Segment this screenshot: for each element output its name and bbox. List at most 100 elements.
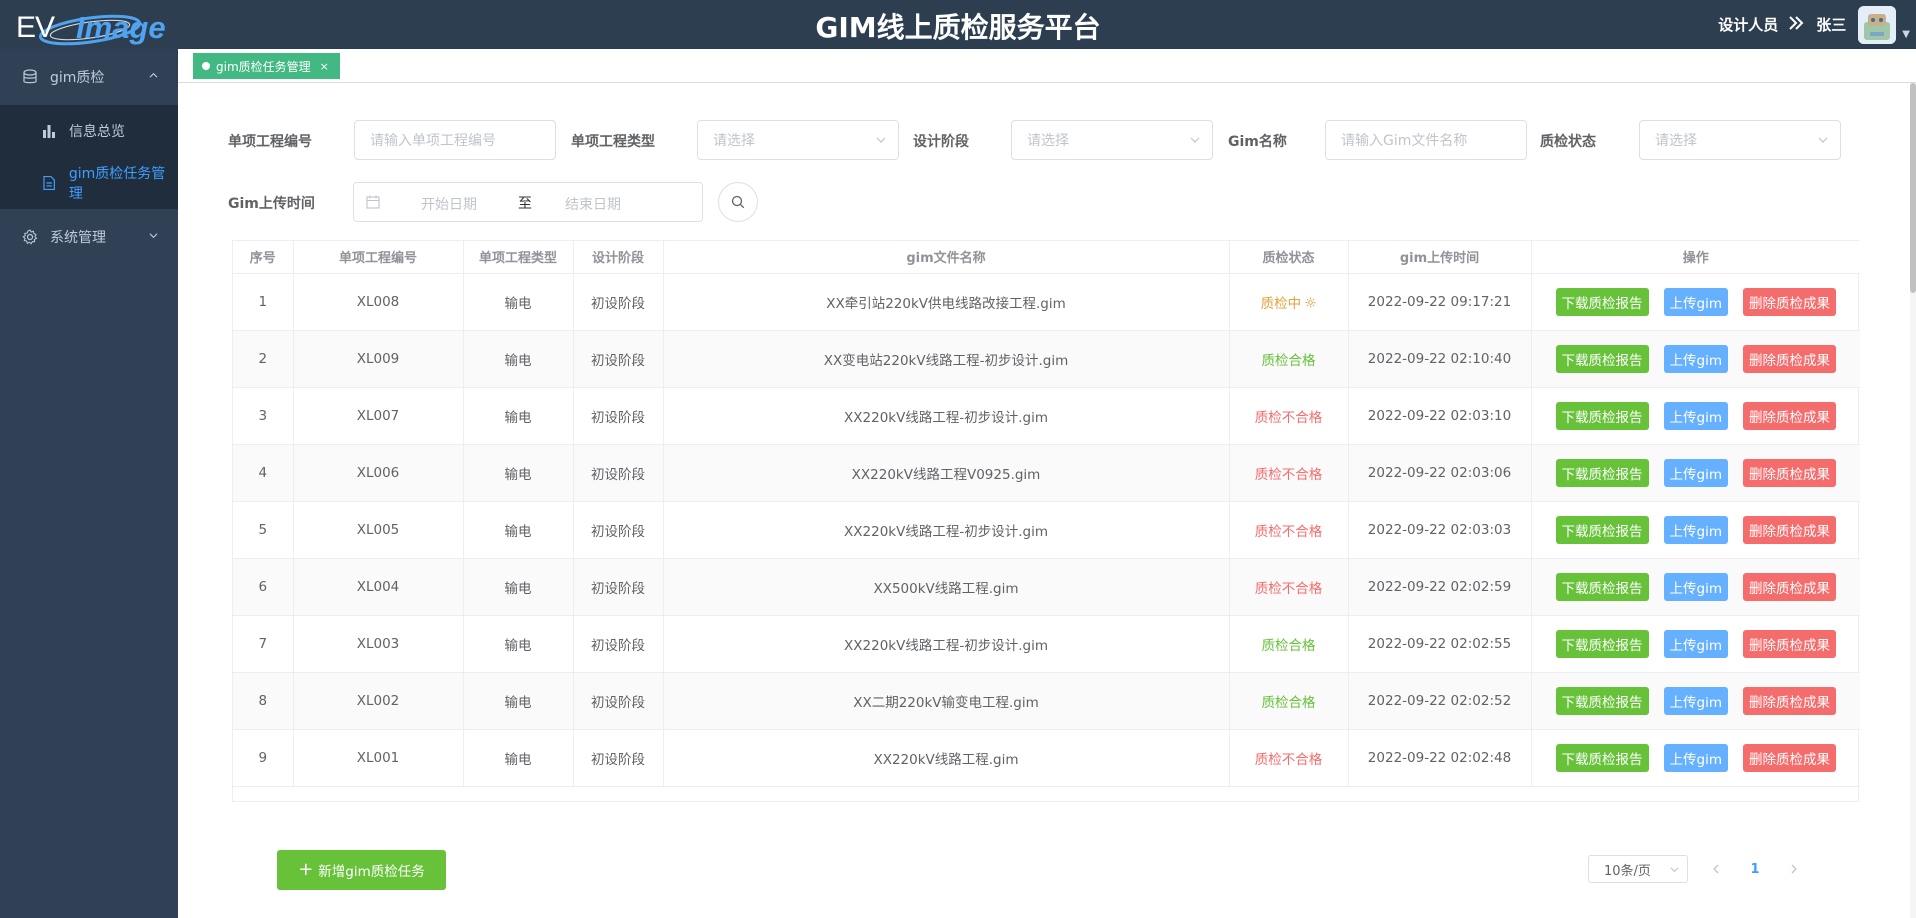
cell-project-type: 输电	[463, 501, 574, 559]
cell-gim-file: XX220kV线路工程-初步设计.gim	[663, 387, 1230, 445]
cell-upload-time: 2022-09-22 02:02:48	[1348, 729, 1532, 787]
upload-gim-button[interactable]: 上传gim	[1663, 401, 1728, 430]
upload-gim-button[interactable]: 上传gim	[1663, 743, 1728, 772]
cell-project-code: XL006	[293, 444, 464, 502]
prev-page-button[interactable]	[1701, 855, 1731, 883]
cell-index: 6	[233, 558, 294, 616]
start-date-placeholder: 开始日期	[421, 197, 477, 213]
caret-down-icon[interactable]: ▼	[1902, 29, 1910, 40]
project-type-select[interactable]: 请选择	[697, 120, 899, 160]
download-report-button[interactable]: 下载质检报告	[1555, 344, 1649, 373]
stage-label: 设计阶段	[913, 134, 969, 150]
delete-result-button[interactable]: 删除质检成果	[1742, 344, 1836, 373]
cell-upload-time: 2022-09-22 02:10:40	[1348, 330, 1532, 388]
range-separator: 至	[518, 196, 532, 212]
column-header: 单项工程编号	[293, 241, 464, 274]
download-report-button[interactable]: 下载质检报告	[1555, 629, 1649, 658]
tab-task-management[interactable]: gim质检任务管理 ×	[193, 53, 340, 79]
cell-upload-time: 2022-09-22 02:02:59	[1348, 558, 1532, 616]
download-report-button[interactable]: 下载质检报告	[1555, 686, 1649, 715]
download-report-button[interactable]: 下载质检报告	[1555, 515, 1649, 544]
delete-result-button[interactable]: 删除质检成果	[1742, 515, 1836, 544]
cell-stage: 初设阶段	[573, 729, 664, 787]
sidebar-item-task-management[interactable]: gim质检任务管理	[0, 157, 178, 209]
menu-group-gim-qc[interactable]: gim质检	[0, 49, 178, 105]
project-no-label: 单项工程编号	[228, 134, 312, 150]
cell-upload-time: 2022-09-22 02:02:52	[1348, 672, 1532, 730]
column-header: 操作	[1531, 241, 1860, 274]
delete-result-button[interactable]: 删除质检成果	[1742, 629, 1836, 658]
scrollbar-thumb[interactable]	[1910, 83, 1916, 293]
table-row: 5 XL005 输电 初设阶段 XX220kV线路工程-初步设计.gim 质检不合格 202…	[233, 501, 1861, 559]
cell-index: 8	[233, 672, 294, 730]
table-row: 4 XL006 输电 初设阶段 XX220kV线路工程V0925.gim 质检不合格 202…	[233, 444, 1861, 502]
menu-group-system[interactable]: 系统管理	[0, 209, 178, 265]
cell-actions: 下载质检报告 上传gim 删除质检成果	[1531, 444, 1861, 502]
upload-gim-button[interactable]: 上传gim	[1663, 287, 1728, 316]
cell-project-code: XL004	[293, 558, 464, 616]
cell-project-type: 输电	[463, 387, 574, 445]
menu-group-label: 系统管理	[50, 230, 106, 246]
cell-actions: 下载质检报告 上传gim 删除质检成果	[1531, 615, 1860, 673]
tags-view-bar: gim质检任务管理 ×	[178, 49, 1916, 83]
chevron-right-icon	[1791, 864, 1797, 874]
upload-gim-button[interactable]: 上传gim	[1663, 458, 1728, 487]
task-table: 序号 单项工程编号 单项工程类型 设计阶段 gim文件名称 质检状态 gim上传…	[232, 240, 1861, 802]
column-header: gim上传时间	[1348, 241, 1532, 274]
upload-gim-button[interactable]: 上传gim	[1663, 344, 1728, 373]
cell-gim-file: XX220kV线路工程-初步设计.gim	[663, 615, 1230, 673]
add-gim-task-button[interactable]: + 新增gim质检任务	[277, 850, 446, 890]
avatar[interactable]	[1858, 5, 1897, 44]
upload-gim-button[interactable]: 上传gim	[1663, 515, 1728, 544]
download-report-button[interactable]: 下载质检报告	[1555, 401, 1649, 430]
cell-upload-time: 2022-09-22 02:03:10	[1348, 387, 1532, 445]
row-actions: 下载质检报告 上传gim 删除质检成果	[1532, 515, 1861, 544]
cell-upload-time: 2022-09-22 02:02:55	[1348, 615, 1532, 673]
cell-project-code: XL003	[293, 615, 464, 673]
plus-icon: +	[298, 859, 314, 880]
project-no-input[interactable]: 请输入单项工程编号	[354, 120, 556, 160]
submenu-gim-qc: 信息总览 gim质检任务管理	[0, 105, 178, 209]
cell-project-type: 输电	[463, 444, 574, 502]
cell-gim-file: XX变电站220kV线路工程-初步设计.gim	[663, 330, 1230, 388]
app-title: GIM线上质检服务平台	[815, 11, 1101, 44]
cell-gim-file: XX二期220kV输变电工程.gim	[663, 672, 1230, 730]
gim-name-input[interactable]: 请输入Gim文件名称	[1325, 120, 1527, 160]
download-report-button[interactable]: 下载质检报告	[1555, 743, 1649, 772]
download-report-button[interactable]: 下载质检报告	[1555, 458, 1649, 487]
delete-result-button[interactable]: 删除质检成果	[1742, 686, 1836, 715]
upload-gim-button[interactable]: 上传gim	[1663, 629, 1728, 658]
active-dot-icon	[202, 62, 210, 70]
top-header: EV Image GIM线上质检服务平台 设计人员 张三 ▼	[0, 0, 1916, 49]
delete-result-button[interactable]: 删除质检成果	[1742, 743, 1836, 772]
upload-date-range-picker[interactable]: 开始日期 至 结束日期	[353, 182, 703, 222]
search-icon	[731, 195, 745, 209]
download-report-button[interactable]: 下载质检报告	[1555, 572, 1649, 601]
delete-result-button[interactable]: 删除质检成果	[1742, 458, 1836, 487]
cell-status: 质检不合格	[1229, 444, 1349, 502]
stage-select[interactable]: 请选择	[1011, 120, 1213, 160]
page-number[interactable]: 1	[1740, 855, 1770, 883]
close-icon[interactable]: ×	[320, 60, 329, 73]
sidebar-item-overview[interactable]: 信息总览	[0, 105, 178, 157]
chevron-down-icon	[1818, 137, 1828, 143]
page-size-select[interactable]: 10条/页	[1588, 855, 1688, 883]
next-page-button[interactable]	[1779, 855, 1809, 883]
table-header-row: 序号 单项工程编号 单项工程类型 设计阶段 gim文件名称 质检状态 gim上传…	[233, 241, 1860, 274]
cell-actions: 下载质检报告 上传gim 删除质检成果	[1531, 729, 1860, 787]
upload-gim-button[interactable]: 上传gim	[1663, 572, 1728, 601]
search-button[interactable]	[718, 182, 758, 222]
chevron-up-icon	[149, 72, 158, 78]
upload-gim-button[interactable]: 上传gim	[1663, 686, 1728, 715]
cell-project-code: XL008	[293, 273, 464, 331]
bar-chart-icon	[43, 125, 55, 138]
delete-result-button[interactable]: 删除质检成果	[1742, 401, 1836, 430]
cell-gim-file: XX220kV线路工程V0925.gim	[663, 444, 1230, 502]
cell-stage: 初设阶段	[573, 444, 664, 502]
row-actions: 下载质检报告 上传gim 删除质检成果	[1532, 458, 1861, 487]
status-select[interactable]: 请选择	[1639, 120, 1841, 160]
delete-result-button[interactable]: 删除质检成果	[1742, 287, 1836, 316]
download-report-button[interactable]: 下载质检报告	[1555, 287, 1649, 316]
document-icon	[43, 176, 55, 190]
delete-result-button[interactable]: 删除质检成果	[1742, 572, 1836, 601]
